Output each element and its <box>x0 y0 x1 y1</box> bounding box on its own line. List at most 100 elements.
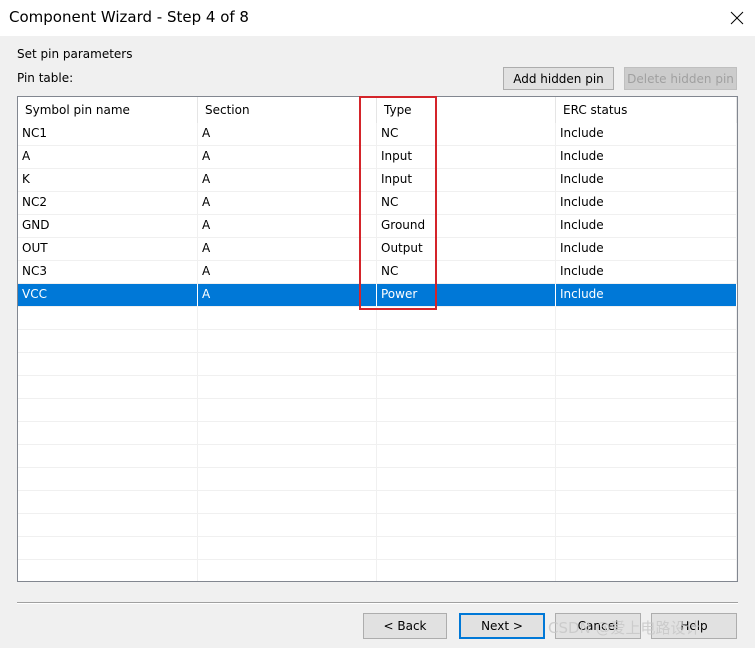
table-cell <box>198 399 377 422</box>
table-cell <box>377 330 556 353</box>
empty-table-row <box>18 376 737 399</box>
next-button[interactable]: Next > <box>459 613 545 639</box>
table-cell[interactable]: NC <box>377 261 556 284</box>
back-button[interactable]: < Back <box>363 613 447 639</box>
table-cell <box>198 330 377 353</box>
empty-table-row <box>18 491 737 514</box>
footer-separator <box>17 602 738 604</box>
table-cell[interactable]: A <box>18 146 198 169</box>
table-cell[interactable]: Input <box>377 146 556 169</box>
table-cell[interactable]: A <box>198 192 377 215</box>
table-cell[interactable]: Include <box>556 238 737 261</box>
table-cell <box>377 491 556 514</box>
pin-table-label: Pin table: <box>17 71 74 85</box>
table-cell[interactable]: Include <box>556 215 737 238</box>
close-button[interactable] <box>718 0 755 36</box>
table-cell[interactable]: NC3 <box>18 261 198 284</box>
empty-table-row <box>18 307 737 330</box>
table-cell <box>18 445 198 468</box>
table-cell <box>198 537 377 560</box>
table-cell[interactable]: A <box>198 215 377 238</box>
table-row[interactable]: NC2 A NC Include <box>18 192 737 215</box>
table-cell <box>377 468 556 491</box>
table-cell[interactable]: A <box>198 261 377 284</box>
table-cell <box>198 491 377 514</box>
table-row[interactable]: GND A Ground Include <box>18 215 737 238</box>
table-cell[interactable]: Input <box>377 169 556 192</box>
empty-table-row <box>18 468 737 491</box>
empty-table-row <box>18 514 737 537</box>
pin-table[interactable]: Symbol pin name Section Type ERC status NC1… <box>17 96 738 582</box>
table-cell <box>18 399 198 422</box>
empty-table-row <box>18 399 737 422</box>
add-hidden-pin-button[interactable]: Add hidden pin <box>503 67 614 90</box>
table-cell[interactable]: A <box>198 284 377 307</box>
table-cell <box>18 353 198 376</box>
table-cell <box>18 491 198 514</box>
table-row[interactable]: OUT A Output Include <box>18 238 737 261</box>
table-cell[interactable]: VCC <box>18 284 198 307</box>
table-cell <box>198 307 377 330</box>
table-cell[interactable]: OUT <box>18 238 198 261</box>
table-cell <box>18 422 198 445</box>
table-cell[interactable]: Include <box>556 169 737 192</box>
step-heading: Set pin parameters <box>17 47 133 61</box>
col-erc-status-header[interactable]: ERC status <box>556 97 737 123</box>
table-cell[interactable]: NC2 <box>18 192 198 215</box>
table-cell <box>556 491 737 514</box>
empty-table-row <box>18 330 737 353</box>
table-cell[interactable]: A <box>198 123 377 146</box>
empty-table-row <box>18 422 737 445</box>
table-cell[interactable]: K <box>18 169 198 192</box>
col-type-header[interactable]: Type <box>377 97 556 123</box>
empty-table-row <box>18 560 737 581</box>
table-cell[interactable]: Ground <box>377 215 556 238</box>
table-cell <box>377 560 556 581</box>
table-row[interactable]: A A Input Include <box>18 146 737 169</box>
table-cell[interactable]: Include <box>556 192 737 215</box>
table-cell[interactable]: NC <box>377 123 556 146</box>
window-title: Component Wizard - Step 4 of 8 <box>9 8 249 26</box>
table-cell <box>18 330 198 353</box>
table-cell[interactable]: Include <box>556 284 737 307</box>
table-cell <box>18 560 198 581</box>
table-cell[interactable]: A <box>198 169 377 192</box>
table-cell <box>18 376 198 399</box>
empty-table-row <box>18 353 737 376</box>
table-cell[interactable]: NC1 <box>18 123 198 146</box>
table-cell <box>377 537 556 560</box>
table-row[interactable]: NC3 A NC Include <box>18 261 737 284</box>
table-cell[interactable]: Include <box>556 123 737 146</box>
table-cell[interactable]: Include <box>556 146 737 169</box>
table-cell[interactable]: GND <box>18 215 198 238</box>
table-cell <box>556 353 737 376</box>
table-cell <box>556 307 737 330</box>
table-cell <box>556 399 737 422</box>
table-cell <box>556 330 737 353</box>
watermark: CSDN @爱上电路设计 <box>548 619 701 637</box>
table-row[interactable]: K A Input Include <box>18 169 737 192</box>
table-cell <box>556 514 737 537</box>
table-cell <box>198 560 377 581</box>
table-cell <box>556 445 737 468</box>
pin-table-header: Symbol pin name Section Type ERC status <box>18 97 737 123</box>
table-cell <box>377 422 556 445</box>
table-cell <box>377 376 556 399</box>
table-cell <box>198 353 377 376</box>
table-cell[interactable]: Power <box>377 284 556 307</box>
col-section-header[interactable]: Section <box>198 97 377 123</box>
table-cell <box>18 468 198 491</box>
table-cell <box>18 514 198 537</box>
table-cell[interactable]: NC <box>377 192 556 215</box>
table-cell[interactable]: A <box>198 238 377 261</box>
table-row[interactable]: NC1 A NC Include <box>18 123 737 146</box>
table-cell[interactable]: Include <box>556 261 737 284</box>
col-symbol-pin-name-header[interactable]: Symbol pin name <box>18 97 198 123</box>
table-cell <box>18 307 198 330</box>
table-cell[interactable]: Output <box>377 238 556 261</box>
table-cell[interactable]: A <box>198 146 377 169</box>
delete-hidden-pin-button: Delete hidden pin <box>624 67 737 90</box>
empty-table-row <box>18 445 737 468</box>
table-row[interactable]: VCC A Power Include <box>18 284 737 307</box>
table-cell <box>377 353 556 376</box>
